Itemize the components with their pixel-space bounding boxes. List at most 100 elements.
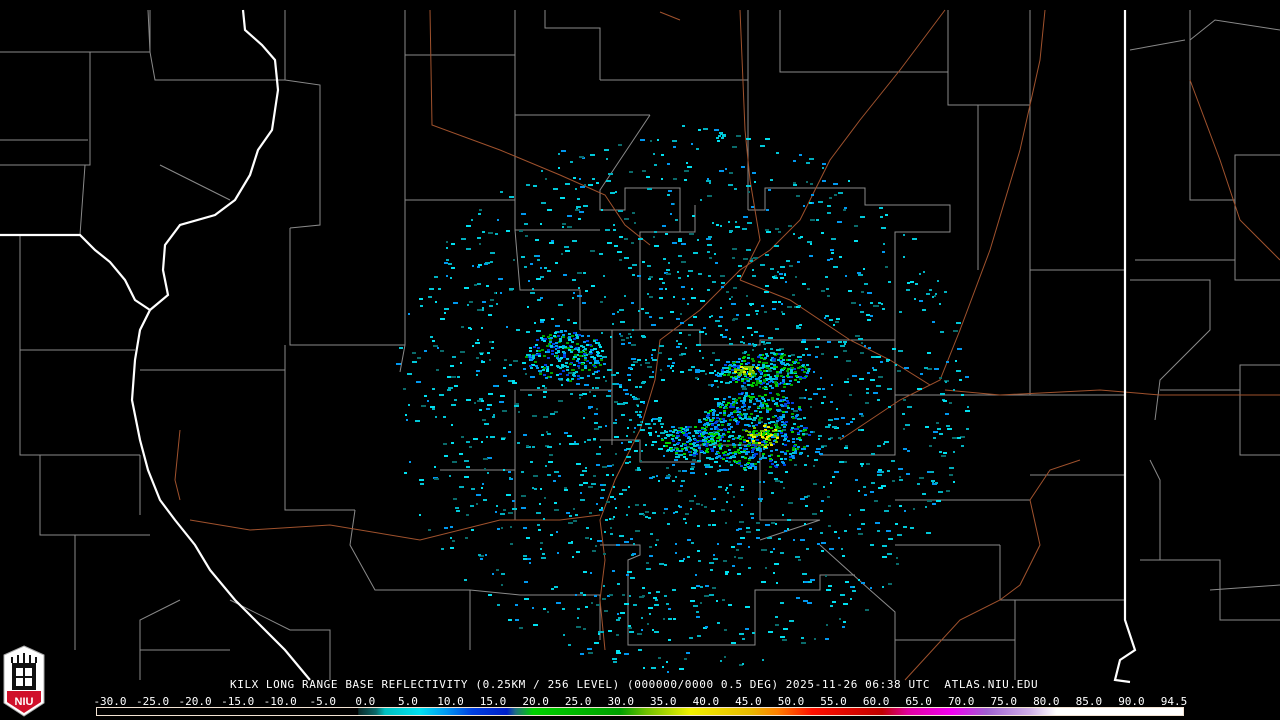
echo-pixel: [691, 463, 695, 465]
site-url[interactable]: ATLAS.NIU.EDU: [944, 678, 1038, 691]
echo-pixel: [620, 335, 623, 337]
echo-pixel: [582, 470, 587, 472]
echo-pixel: [580, 377, 583, 379]
echo-pixel: [903, 526, 907, 528]
echo-pixel: [509, 364, 512, 366]
echo-pixel: [766, 209, 769, 211]
echo-pixel: [546, 431, 548, 433]
echo-pixel: [775, 449, 778, 451]
echo-pixel: [780, 432, 783, 434]
echo-pixel: [767, 537, 772, 539]
echo-pixel: [906, 473, 910, 475]
echo-pixel: [742, 336, 744, 338]
echo-pixel: [709, 410, 712, 412]
echo-pixel: [870, 544, 874, 546]
echo-pixel: [738, 444, 741, 446]
echo-pixel: [675, 219, 678, 221]
echo-pixel: [705, 473, 707, 475]
echo-pixel: [641, 308, 644, 310]
echo-pixel: [914, 298, 916, 300]
echo-pixel: [569, 363, 572, 365]
echo-pixel: [791, 367, 794, 369]
echo-pixel: [789, 459, 792, 461]
echo-pixel: [606, 180, 611, 182]
echo-pixel: [580, 499, 585, 501]
echo-pixel: [544, 497, 546, 499]
echo-pixel: [615, 507, 617, 509]
echo-pixel: [801, 637, 804, 639]
echo-pixel: [452, 461, 457, 463]
echo-pixel: [813, 371, 815, 373]
echo-pixel: [488, 594, 492, 596]
echo-pixel: [720, 275, 725, 277]
echo-pixel: [668, 358, 672, 360]
echo-pixel: [661, 439, 664, 441]
echo-pixel: [865, 402, 869, 404]
echo-pixel: [515, 403, 519, 405]
echo-pixel: [624, 603, 629, 605]
echo-pixel: [633, 543, 635, 545]
echo-pixel: [543, 396, 546, 398]
echo-pixel: [693, 252, 698, 254]
echo-pixel: [545, 377, 548, 379]
echo-pixel: [711, 315, 713, 317]
echo-pixel: [604, 610, 608, 612]
echo-pixel: [711, 419, 714, 421]
echo-pixel: [800, 498, 805, 500]
echo-pixel: [652, 441, 657, 443]
echo-pixel: [874, 500, 878, 502]
echo-pixel: [831, 384, 833, 386]
echo-pixel: [707, 417, 710, 419]
echo-pixel: [584, 384, 589, 386]
echo-pixel: [793, 423, 796, 425]
echo-pixel: [593, 438, 596, 440]
echo-pixel: [696, 444, 699, 446]
echo-pixel: [780, 277, 784, 279]
echo-pixel: [791, 431, 794, 433]
echo-pixel: [892, 348, 896, 350]
echo-pixel: [641, 617, 643, 619]
echo-pixel: [727, 415, 730, 417]
echo-pixel: [840, 345, 845, 347]
echo-pixel: [760, 500, 762, 502]
echo-pixel: [870, 587, 872, 589]
echo-pixel: [475, 342, 480, 344]
echo-pixel: [756, 415, 759, 417]
echo-pixel: [704, 423, 707, 425]
echo-pixel: [739, 438, 742, 440]
echo-pixel: [678, 470, 681, 472]
echo-pixel: [947, 428, 952, 430]
echo-pixel: [749, 375, 752, 377]
echo-pixel: [863, 486, 866, 488]
echo-pixel: [596, 182, 599, 184]
echo-pixel: [792, 447, 795, 449]
echo-pixel: [709, 257, 712, 259]
echo-pixel: [855, 335, 860, 337]
echo-pixel: [687, 426, 690, 428]
echo-pixel: [787, 306, 792, 308]
echo-pixel: [681, 480, 685, 482]
echo-pixel: [767, 418, 770, 420]
echo-pixel: [927, 352, 931, 354]
echo-pixel: [700, 602, 702, 604]
echo-pixel: [748, 191, 750, 193]
echo-pixel: [775, 624, 779, 626]
echo-pixel: [571, 335, 574, 337]
echo-pixel: [781, 390, 785, 392]
echo-pixel: [726, 445, 729, 447]
echo-pixel: [678, 277, 681, 279]
echo-pixel: [695, 369, 700, 371]
echo-pixel: [717, 375, 722, 377]
echo-pixel: [797, 381, 800, 383]
echo-pixel: [760, 145, 765, 147]
echo-pixel: [746, 138, 751, 140]
echo-pixel: [696, 344, 701, 346]
echo-pixel: [604, 531, 606, 533]
echo-pixel: [596, 503, 598, 505]
echo-pixel: [624, 218, 629, 220]
echo-pixel: [830, 482, 832, 484]
echo-pixel: [666, 603, 669, 605]
echo-pixel: [574, 443, 579, 445]
echo-pixel: [718, 486, 722, 488]
echo-pixel: [577, 365, 580, 367]
